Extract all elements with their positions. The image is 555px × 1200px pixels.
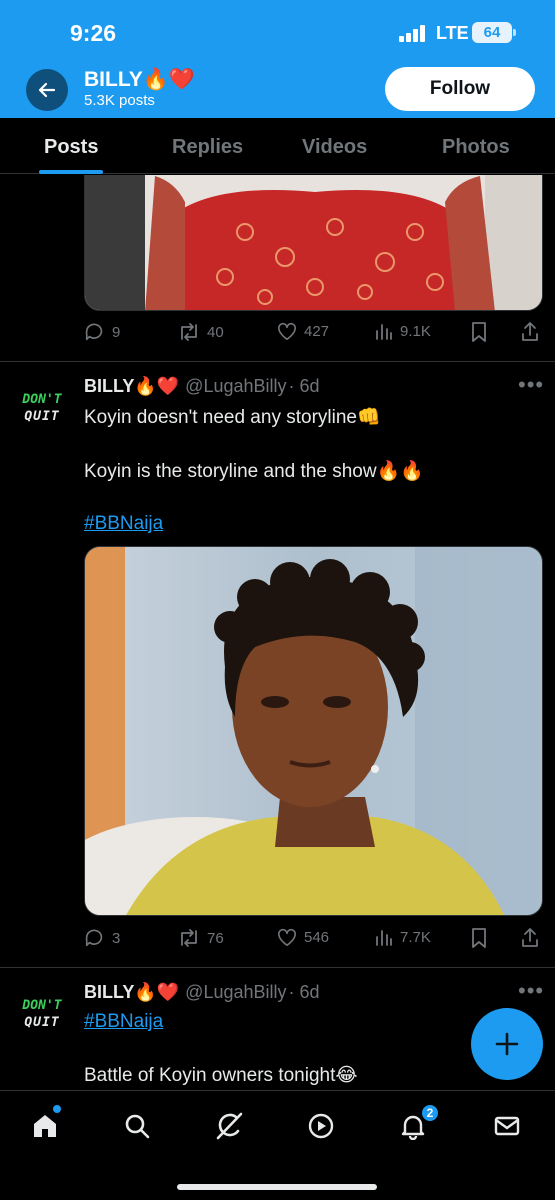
- post-text-line: Koyin doesn't need any storyline👊: [84, 407, 381, 428]
- tab-replies[interactable]: Replies: [172, 136, 243, 159]
- notification-badge: 2: [420, 1103, 440, 1123]
- author-name[interactable]: BILLY🔥❤️: [84, 376, 179, 396]
- reply-count: 9: [112, 323, 121, 341]
- nav-grok[interactable]: [212, 1109, 246, 1143]
- plus-icon: [495, 1032, 519, 1056]
- bookmark-button[interactable]: [470, 321, 488, 343]
- share-button[interactable]: [520, 321, 540, 343]
- nav-search[interactable]: [120, 1109, 154, 1143]
- unread-dot: [53, 1105, 61, 1113]
- post-divider: [0, 967, 555, 968]
- views-button[interactable]: 7.7K: [374, 927, 431, 947]
- post-actions: 9 40 427 9.1K: [84, 321, 544, 347]
- signal-icon: [399, 24, 429, 42]
- views-button[interactable]: 9.1K: [374, 321, 431, 341]
- post-actions: 3 76 546 7.7K: [84, 927, 544, 953]
- bottom-nav: 2: [0, 1090, 555, 1200]
- video-icon: [308, 1113, 334, 1139]
- views-icon: [376, 324, 392, 340]
- repost-button[interactable]: 76: [177, 927, 224, 949]
- active-tab-indicator: [39, 170, 103, 174]
- views-count: 9.1K: [400, 322, 431, 340]
- like-count: 427: [304, 322, 330, 340]
- reply-button[interactable]: 9: [84, 321, 120, 343]
- post-text-line: Battle of Koyin owners tonight😂: [84, 1065, 358, 1086]
- views-count: 7.7K: [400, 928, 431, 946]
- network-label: LTE: [436, 23, 469, 43]
- avatar[interactable]: DON'T QUIT: [14, 997, 70, 1053]
- grok-icon: [216, 1112, 243, 1140]
- status-time: 9:26: [70, 20, 117, 46]
- bookmark-icon: [472, 322, 486, 342]
- bookmark-button[interactable]: [470, 927, 488, 949]
- status-bar: 9:26 LTE 64: [0, 0, 555, 62]
- back-arrow-icon: [38, 82, 56, 98]
- nav-home[interactable]: [28, 1109, 62, 1143]
- author-handle[interactable]: @LugahBilly: [185, 982, 286, 1002]
- home-indicator: [177, 1184, 377, 1190]
- tab-photos[interactable]: Photos: [442, 136, 510, 159]
- post-header: BILLY🔥❤️ @LugahBilly · 6d: [84, 982, 320, 1003]
- avatar-line2: QUIT: [24, 409, 60, 424]
- compose-button[interactable]: [471, 1008, 543, 1080]
- share-icon: [522, 928, 538, 947]
- profile-banner: 9:26 LTE 64 BILLY🔥❤️ 5.3K posts Follow: [0, 0, 555, 118]
- posts-count: 5.3K posts: [84, 92, 155, 109]
- views-icon: [376, 930, 392, 946]
- reply-icon: [85, 929, 103, 947]
- reply-button[interactable]: 3: [84, 927, 120, 949]
- avatar-line1: DON'T: [22, 392, 62, 407]
- avatar-line1: DON'T: [22, 998, 62, 1013]
- like-button[interactable]: 427: [276, 321, 329, 341]
- tab-posts[interactable]: Posts: [44, 136, 98, 159]
- profile-name: BILLY🔥❤️: [84, 68, 196, 91]
- back-button[interactable]: [26, 69, 68, 111]
- portrait-photo: [85, 547, 542, 915]
- post-media-image[interactable]: [84, 175, 543, 311]
- share-icon: [522, 322, 538, 341]
- bookmark-icon: [472, 928, 486, 948]
- battery-icon: 64: [472, 22, 516, 43]
- repost-count: 40: [207, 323, 224, 341]
- repost-icon: [181, 929, 197, 947]
- like-icon: [278, 322, 296, 340]
- mail-icon: [494, 1116, 520, 1136]
- like-icon: [278, 928, 296, 946]
- profile-tabs: Posts Replies Videos Photos: [0, 118, 555, 174]
- like-button[interactable]: 546: [276, 927, 329, 947]
- avatar[interactable]: DON'T QUIT: [14, 391, 70, 447]
- avatar-line2: QUIT: [24, 1015, 60, 1030]
- posts-feed: 9 40 427 9.1K DON'T QUIT BILLY🔥❤️ @LugahB…: [0, 175, 555, 1090]
- reply-icon: [85, 323, 103, 341]
- red-outfit-photo: [85, 175, 542, 310]
- post-time: · 6d: [288, 376, 320, 396]
- search-icon: [125, 1114, 150, 1139]
- repost-icon: [181, 323, 197, 341]
- hashtag-link[interactable]: #BBNaija: [84, 1011, 163, 1033]
- post-media-image[interactable]: [84, 546, 543, 916]
- post-time: · 6d: [288, 982, 320, 1002]
- share-button[interactable]: [520, 927, 540, 949]
- post-text-line: Koyin is the storyline and the show🔥🔥: [84, 461, 424, 482]
- repost-button[interactable]: 40: [177, 321, 224, 343]
- more-icon[interactable]: •••: [518, 978, 544, 1004]
- nav-video[interactable]: [304, 1109, 338, 1143]
- follow-button[interactable]: Follow: [385, 67, 535, 111]
- tab-videos[interactable]: Videos: [302, 136, 367, 159]
- author-name[interactable]: BILLY🔥❤️: [84, 982, 179, 1002]
- more-icon[interactable]: •••: [518, 372, 544, 398]
- home-icon: [34, 1115, 56, 1137]
- nav-messages[interactable]: [490, 1109, 524, 1143]
- hashtag-link[interactable]: #BBNaija: [84, 513, 163, 535]
- post-header: BILLY🔥❤️ @LugahBilly · 6d: [84, 376, 320, 397]
- repost-count: 76: [207, 929, 224, 947]
- like-count: 546: [304, 928, 330, 946]
- post-divider: [0, 361, 555, 362]
- reply-count: 3: [112, 929, 121, 947]
- author-handle[interactable]: @LugahBilly: [185, 376, 286, 396]
